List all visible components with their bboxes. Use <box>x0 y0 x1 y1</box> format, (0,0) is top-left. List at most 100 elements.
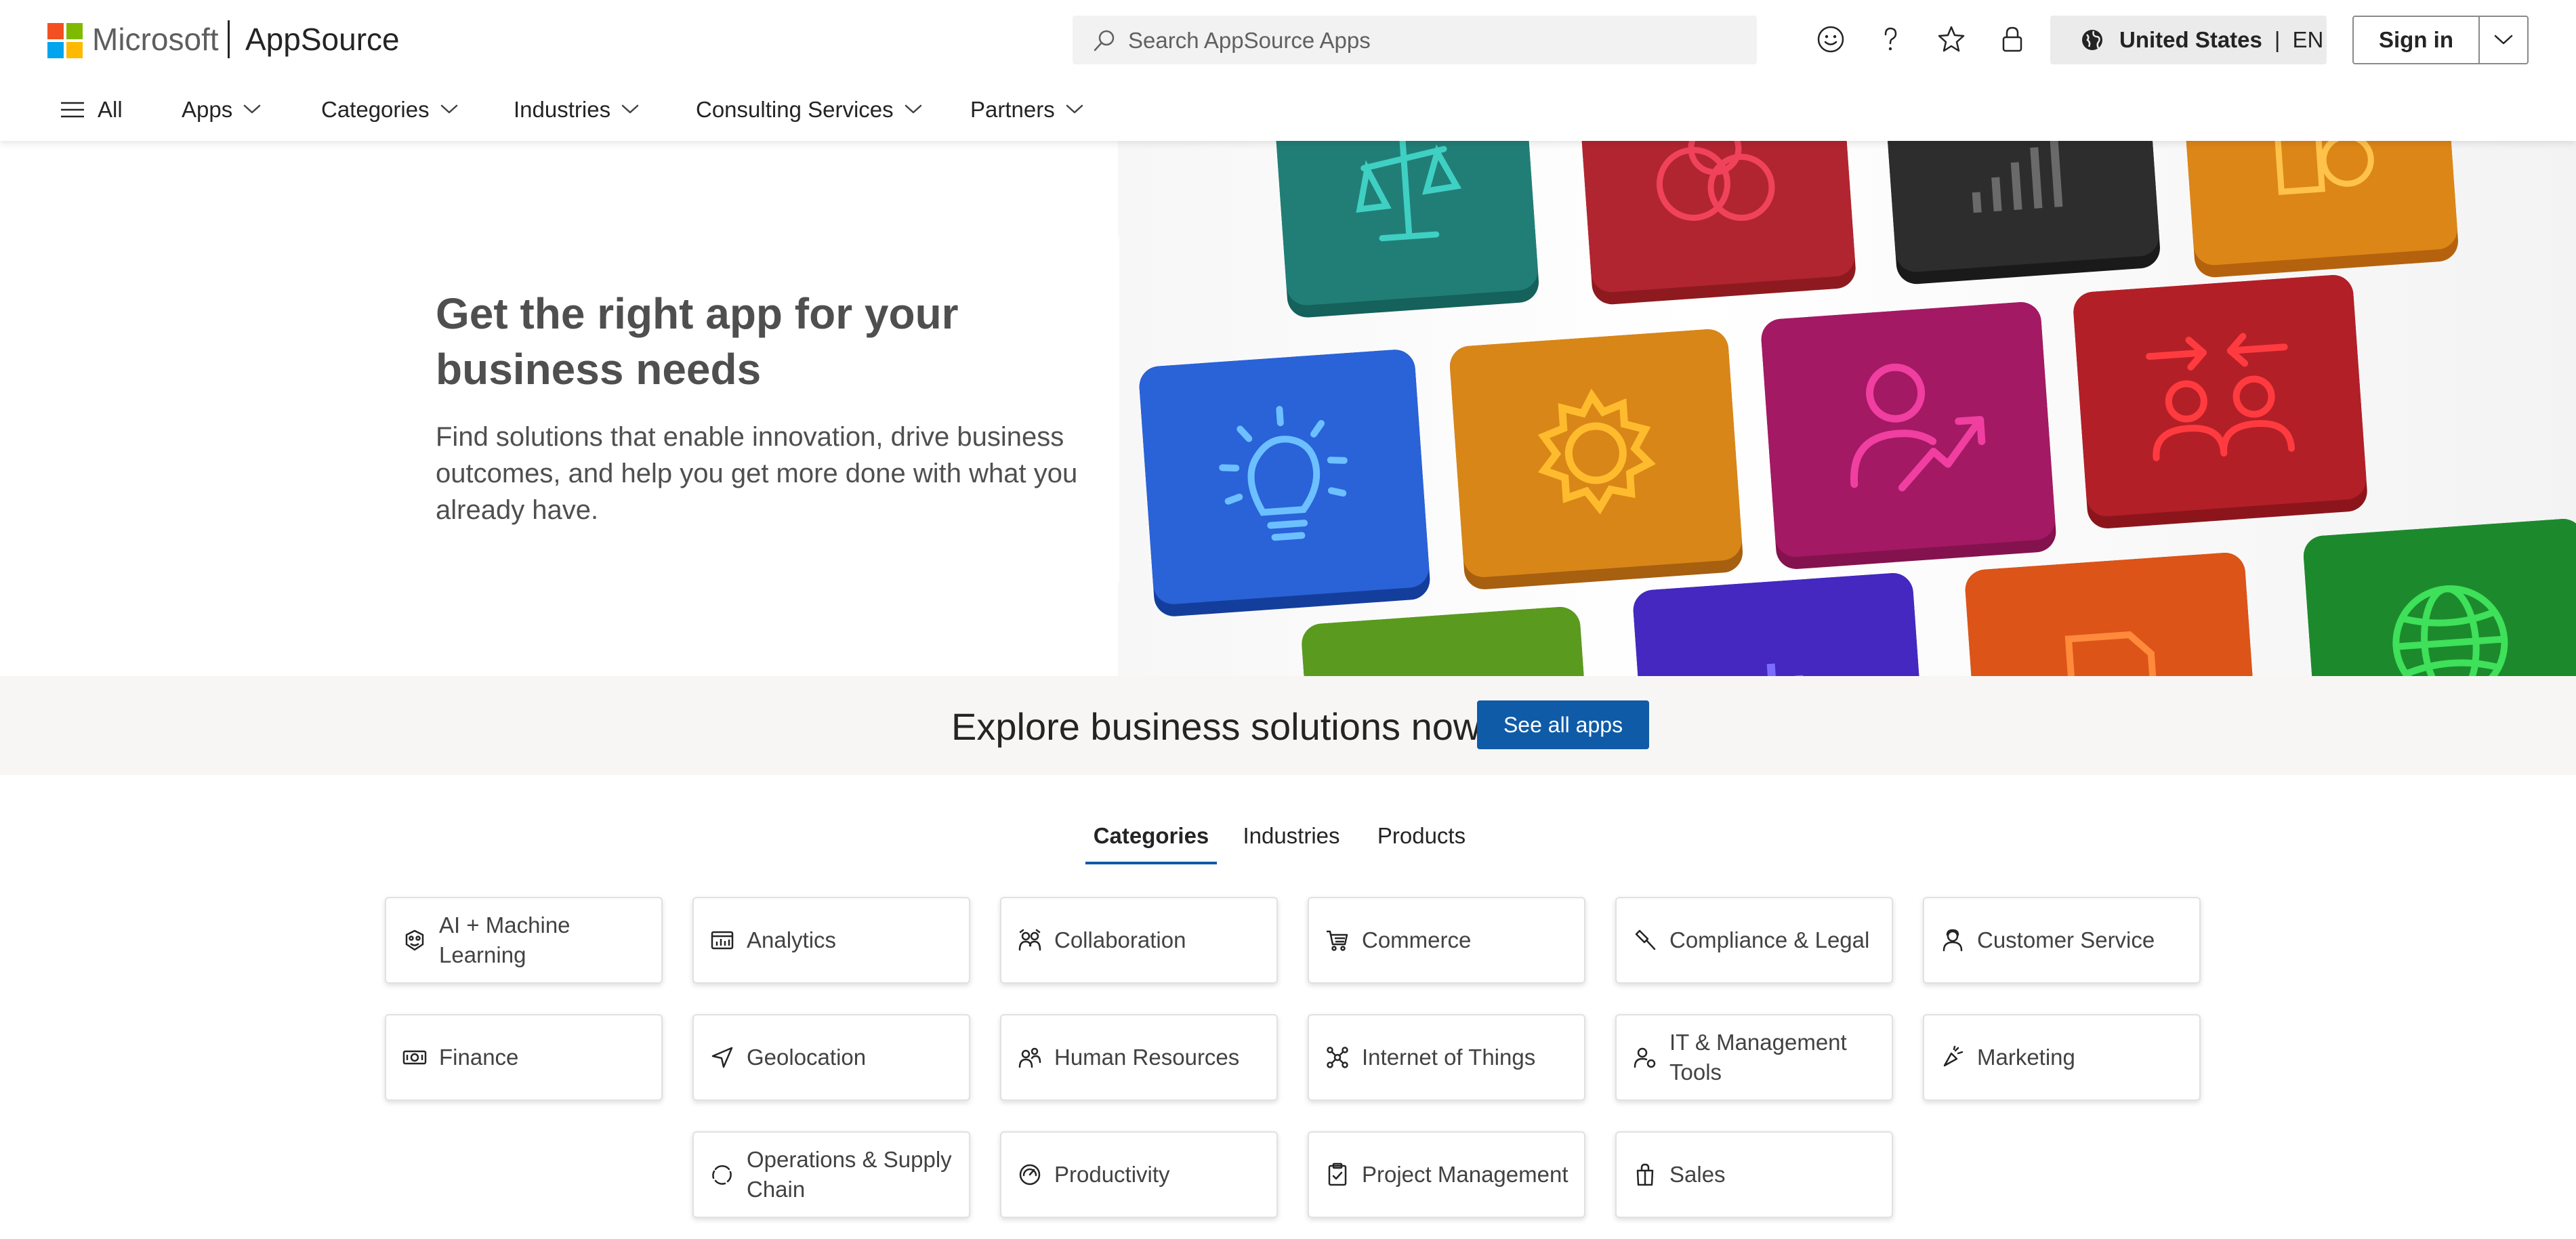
shopping-cart-icon <box>1324 927 1351 954</box>
category-card-geolocation[interactable]: Geolocation <box>692 1014 970 1101</box>
hero-tile-reports <box>2182 141 2459 279</box>
ai-brain-icon <box>401 927 428 954</box>
file-icon <box>1964 551 2260 676</box>
category-label: Project Management <box>1362 1162 1569 1187</box>
people-icon <box>1016 1044 1043 1071</box>
hero-tile-orange <box>1964 551 2260 676</box>
category-card-project-management[interactable]: Project Management <box>1308 1131 1585 1218</box>
category-card-human-resources[interactable]: Human Resources <box>1000 1014 1278 1101</box>
category-label: Sales <box>1669 1162 1726 1187</box>
explore-heading: Explore business solutions now <box>951 705 1481 748</box>
person-support-icon <box>1939 927 1966 954</box>
tab-categories[interactable]: Categories <box>1085 817 1217 855</box>
hero-tile-settings <box>1448 328 1745 591</box>
lightbulb-icon <box>1138 348 1431 606</box>
globe-icon <box>2082 30 2102 50</box>
shopping-bag-icon <box>1632 1161 1659 1188</box>
tab-products[interactable]: Products <box>1367 817 1476 855</box>
chevron-down-icon <box>905 104 921 114</box>
explore-banner: Explore business solutions now See all a… <box>0 676 2576 775</box>
hero-tile-analytics <box>1884 141 2161 286</box>
gear-icon <box>1448 328 1743 579</box>
region-country: United States <box>2119 27 2262 52</box>
category-card-internet-of-things[interactable]: Internet of Things <box>1308 1014 1585 1101</box>
microsoft-logo[interactable] <box>47 23 83 58</box>
hero-tile-growth <box>1760 301 2058 570</box>
category-card-commerce[interactable]: Commerce <box>1308 897 1585 984</box>
category-card-finance[interactable]: Finance <box>385 1014 663 1101</box>
money-icon <box>401 1044 428 1071</box>
see-all-apps-button[interactable]: See all apps <box>1477 700 1649 749</box>
category-card-analytics[interactable]: Analytics <box>692 897 970 984</box>
location-arrow-icon <box>709 1044 736 1071</box>
category-card-productivity[interactable]: Productivity <box>1000 1131 1278 1218</box>
brand-microsoft[interactable]: Microsoft <box>92 18 219 61</box>
category-card-operations-supply-chain[interactable]: Operations & Supply Chain <box>692 1131 970 1218</box>
help-icon[interactable] <box>1871 20 1909 58</box>
sign-in-dropdown-button[interactable] <box>2480 35 2527 45</box>
chevron-down-icon <box>621 104 639 114</box>
category-label: Commerce <box>1362 927 1472 952</box>
nav-apps[interactable]: Apps <box>182 92 261 127</box>
search-box[interactable] <box>1073 16 1757 66</box>
category-card-collaboration[interactable]: Collaboration <box>1000 897 1278 984</box>
category-label: Compliance & Legal <box>1669 927 1870 952</box>
nav-label: Categories <box>321 97 430 122</box>
network-nodes-icon <box>1324 1044 1351 1071</box>
category-card-it-management-tools[interactable]: IT & Management Tools <box>1615 1014 1893 1101</box>
category-label: Internet of Things <box>1362 1045 1536 1070</box>
nav-partners[interactable]: Partners <box>970 92 1083 127</box>
category-card-customer-service[interactable]: Customer Service <box>1923 897 2201 984</box>
tab-industries[interactable]: Industries <box>1232 817 1351 855</box>
category-label: Geolocation <box>747 1045 867 1070</box>
person-settings-icon <box>1632 1044 1659 1071</box>
hero-subtitle: Find solutions that enable innovation, d… <box>436 422 1078 525</box>
search-input[interactable] <box>1127 16 1739 66</box>
nav-industries[interactable]: Industries <box>514 92 639 127</box>
plant-icon <box>1300 606 1594 676</box>
hero-tile-purple <box>1632 571 1928 676</box>
nav-all-menu[interactable]: All <box>60 92 123 127</box>
active-tab-indicator <box>1085 862 1217 864</box>
clipboard-icon <box>1324 1161 1351 1188</box>
brand-appsource[interactable]: AppSource <box>245 18 400 61</box>
coins-icon <box>1578 141 1856 294</box>
document-icon <box>2182 141 2459 267</box>
site-header: Microsoft AppSource United States | EN S… <box>0 0 2576 141</box>
sign-in-button[interactable]: Sign in <box>2354 27 2478 53</box>
megaphone-icon <box>1939 1044 1966 1071</box>
chevron-down-icon <box>1066 104 1083 114</box>
gauge-icon <box>1016 1161 1043 1188</box>
nav-label: Apps <box>182 97 233 122</box>
chevron-down-icon <box>2494 35 2513 45</box>
privacy-lock-icon[interactable] <box>1993 20 2031 58</box>
globe-icon <box>2302 517 2576 676</box>
brand-divider <box>228 20 230 58</box>
scales-icon <box>1272 141 1539 307</box>
hamburger-menu-icon <box>61 102 84 118</box>
analytics-chart-icon <box>709 927 736 954</box>
hero-banner: Get the right app for your business need… <box>0 141 2576 676</box>
category-card-marketing[interactable]: Marketing <box>1923 1014 2201 1101</box>
people-swap-icon <box>2072 273 2368 518</box>
hero-title: Get the right app for your business need… <box>436 289 959 394</box>
category-card-compliance-legal[interactable]: Compliance & Legal <box>1615 897 1893 984</box>
hero-tile-finance <box>1578 141 1857 306</box>
feedback-smiley-icon[interactable] <box>1812 20 1850 58</box>
category-card-ai-machine-learning[interactable]: AI + Machine Learning <box>385 897 663 984</box>
category-label: IT & Management Tools <box>1669 1030 1847 1085</box>
category-card-sales[interactable]: Sales <box>1615 1131 1893 1218</box>
hero-tile-legal <box>1272 141 1541 319</box>
region-language: EN <box>2292 27 2324 52</box>
nav-consulting-services[interactable]: Consulting Services <box>696 92 922 127</box>
bar-chart-icon <box>1884 141 2161 274</box>
category-label: Customer Service <box>1977 927 2155 952</box>
search-icon <box>1094 30 1115 51</box>
nav-categories[interactable]: Categories <box>321 92 458 127</box>
category-label: Human Resources <box>1054 1045 1240 1070</box>
category-label: Collaboration <box>1054 927 1186 952</box>
region-selector[interactable]: United States | EN <box>2050 16 2327 64</box>
favorites-star-icon[interactable] <box>1932 20 1970 58</box>
hero-image <box>1118 141 2576 676</box>
nav-label: Industries <box>514 97 611 122</box>
